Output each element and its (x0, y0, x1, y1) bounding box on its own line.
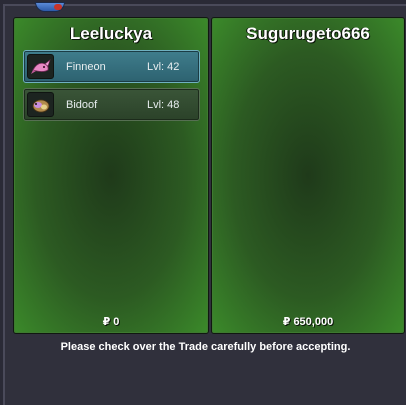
pokemon-name: Bidoof (66, 98, 98, 111)
offered-pokemon-finneon[interactable]: Finneon Lvl: 42 (23, 50, 200, 83)
trade-warning-message: Please check over the Trade carefully be… (60, 341, 351, 353)
pokemon-level: Lvl: 42 (147, 60, 180, 73)
pokemon-level: Lvl: 48 (147, 98, 180, 111)
partner-trainer-name: Sugurugeto666 (246, 24, 370, 43)
trade-window: Leeluckya Finneon Lvl: 42 Bidoof Lvl: 48… (3, 2, 406, 405)
pokedollar-icon: ₽ (282, 316, 291, 328)
partner-money-offer: ₽650,000 (212, 315, 404, 328)
window-corner-icon (35, 2, 65, 12)
my-offer-panel: Leeluckya Finneon Lvl: 42 Bidoof Lvl: 48… (13, 17, 209, 334)
my-money-offer: ₽0 (14, 315, 208, 328)
pokedollar-icon: ₽ (102, 316, 111, 328)
bidoof-icon (27, 92, 54, 117)
partner-offer-panel: Sugurugeto666 ₽650,000 (211, 17, 405, 334)
finneon-icon (27, 54, 54, 79)
offered-pokemon-bidoof[interactable]: Bidoof Lvl: 48 (23, 88, 200, 121)
my-trainer-name: Leeluckya (69, 24, 153, 43)
pokemon-name: Finneon (66, 60, 106, 73)
my-money-amount: 0 (113, 316, 120, 328)
partner-money-amount: 650,000 (293, 316, 334, 328)
